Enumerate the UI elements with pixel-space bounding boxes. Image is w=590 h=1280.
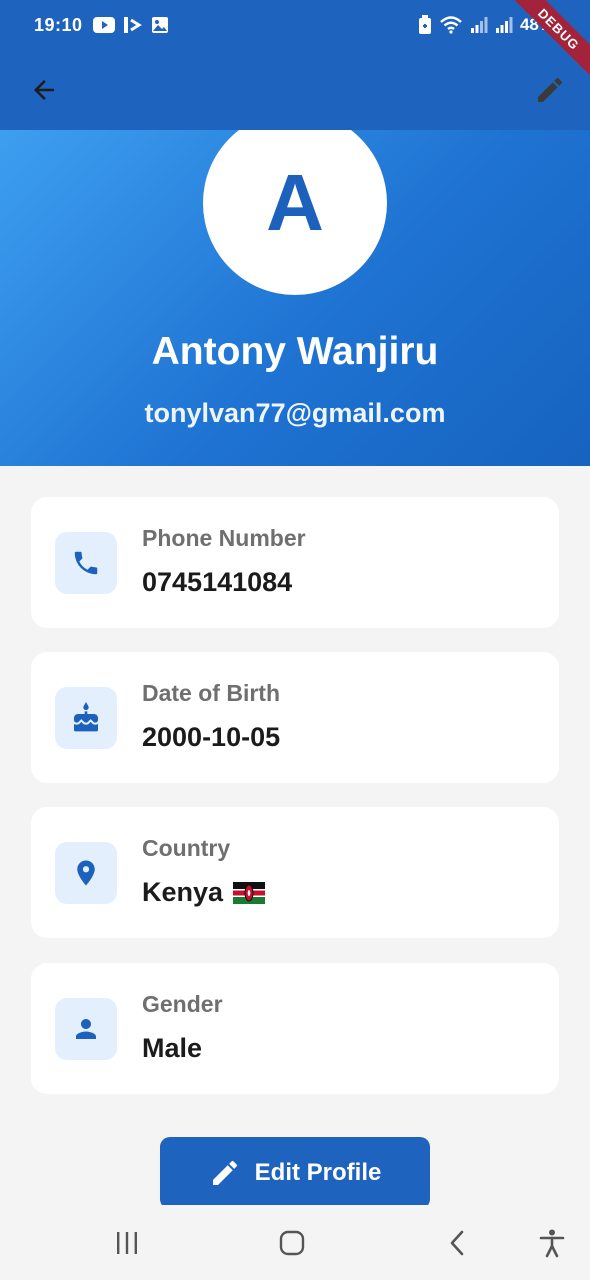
recent-apps-icon: [117, 1232, 137, 1254]
edit-icon-button[interactable]: [528, 68, 572, 112]
profile-header: A Antony Wanjiru tonylvan77@gmail.com: [0, 130, 590, 466]
cake-icon-box: [55, 687, 117, 749]
country-card: Country Kenya: [31, 807, 559, 938]
gender-value: Male: [142, 1033, 202, 1064]
edit-profile-label: Edit Profile: [254, 1159, 382, 1186]
back-nav-icon: [450, 1230, 464, 1256]
country-label: Country: [142, 835, 231, 861]
date-of-birth-text: 2000-10-05: [142, 722, 281, 752]
profile-name: Antony Wanjiru: [151, 330, 439, 373]
date-of-birth-value: 2000-10-05: [142, 722, 280, 753]
date-of-birth-label: Date of Birth: [142, 680, 280, 706]
signal-bars-icon: [470, 17, 488, 33]
profile-email: tonylvan77@gmail.com: [144, 398, 446, 428]
phone-number-text: 0745141084: [142, 567, 293, 597]
country-text: Kenya: [142, 877, 224, 907]
gender-text: Male: [142, 1033, 203, 1063]
country-value: Kenya: [142, 877, 266, 908]
edit-profile-button[interactable]: Edit Profile: [160, 1137, 430, 1209]
avatar: A: [203, 130, 387, 295]
location-pin-icon: [77, 860, 95, 886]
status-notification-icons: [92, 16, 169, 34]
youtube-icon: [92, 17, 115, 33]
phone-icon-box: [55, 532, 117, 594]
status-bar: 19:10 48%: [0, 0, 590, 50]
location-icon-box: [55, 842, 117, 904]
phone-number-label: Phone Number: [142, 525, 306, 551]
arrow-back-icon: [34, 80, 54, 100]
recent-apps-button[interactable]: [105, 1221, 149, 1265]
status-left: 19:10: [34, 15, 169, 36]
person-icon-box: [55, 998, 117, 1060]
wifi-icon: [440, 16, 462, 34]
signal-bars-icon: [495, 17, 513, 33]
status-time: 19:10: [34, 14, 83, 35]
cake-icon: [74, 702, 98, 732]
top-bar: 19:10 48%: [0, 0, 590, 130]
phone-number-card: Phone Number 0745141084: [31, 497, 559, 628]
profile-screen: 19:10 48% DEBUG A Antony Wanjiru tonylva…: [0, 0, 590, 1280]
kenya-flag-icon: [233, 881, 266, 904]
person-icon: [76, 1019, 96, 1039]
battery-saver-icon: [418, 15, 431, 34]
phone-icon: [74, 551, 98, 575]
date-of-birth-card: Date of Birth 2000-10-05: [31, 652, 559, 783]
accessibility-icon: [539, 1229, 565, 1258]
pencil-icon: [212, 1160, 237, 1185]
gender-label: Gender: [142, 991, 223, 1017]
system-nav-bar: [0, 1205, 590, 1280]
back-nav-button[interactable]: [436, 1221, 480, 1265]
gallery-icon: [151, 17, 168, 33]
home-button[interactable]: [270, 1221, 314, 1265]
accessibility-button[interactable]: [530, 1221, 574, 1265]
app-bar: [0, 50, 590, 130]
signal-app-icon: [123, 17, 142, 33]
gender-card: Gender Male: [31, 963, 559, 1094]
avatar-initial: A: [266, 158, 324, 247]
home-icon: [279, 1230, 305, 1256]
phone-number-value: 0745141084: [142, 567, 292, 598]
pencil-icon: [538, 77, 563, 102]
back-button[interactable]: [22, 68, 66, 112]
